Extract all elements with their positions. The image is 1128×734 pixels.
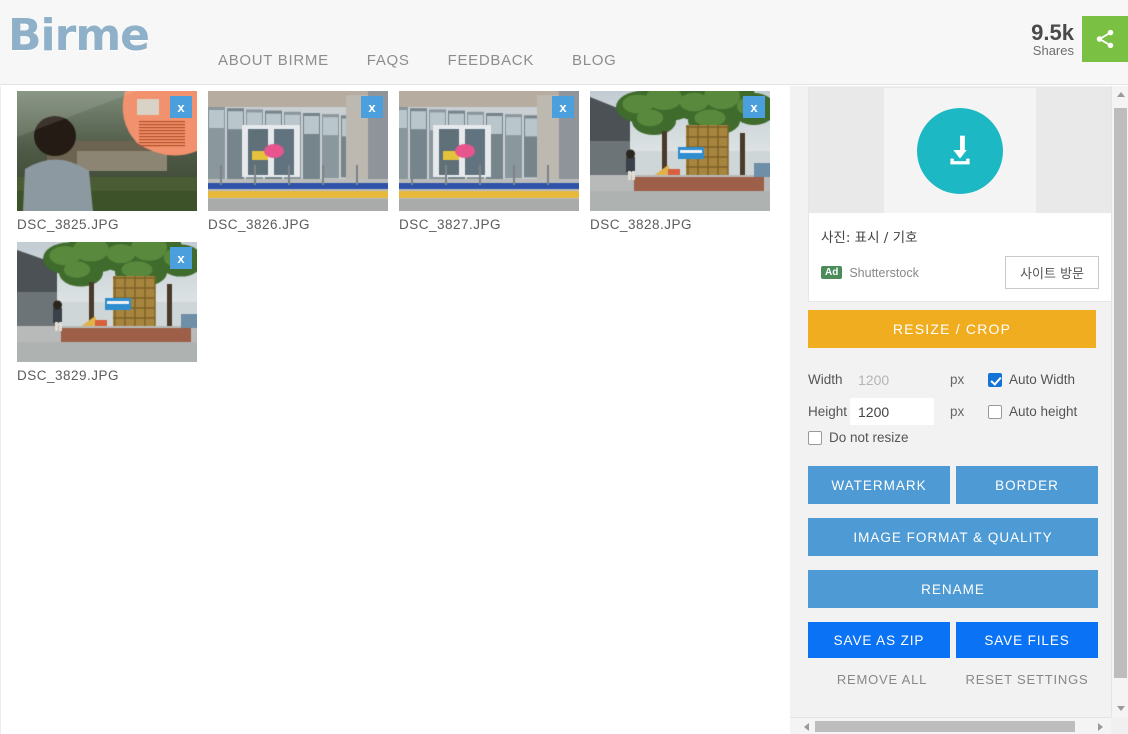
do-not-resize-checkbox[interactable] bbox=[808, 430, 822, 445]
settings-panel-inner: 사진: 표시 / 기호 Ad Shutterstock 사이트 방문 RESIZ… bbox=[790, 86, 1112, 716]
auto-width-label[interactable]: Auto Width bbox=[1009, 372, 1075, 387]
thumbnail-item[interactable]: x DSC_3826.JPG bbox=[208, 91, 388, 232]
remove-thumbnail-button[interactable]: x bbox=[743, 96, 765, 118]
chevron-left-icon bbox=[804, 722, 809, 731]
share-count-label: Shares bbox=[1032, 42, 1074, 58]
remove-all-link[interactable]: REMOVE ALL bbox=[808, 672, 956, 687]
auto-height-checkbox[interactable] bbox=[988, 404, 1002, 419]
thumbnail-filename: DSC_3826.JPG bbox=[208, 217, 311, 232]
chevron-down-icon bbox=[1116, 706, 1125, 711]
birme-app: Birme ABOUT BIRME FAQS FEEDBACK BLOG 9.5… bbox=[0, 0, 1128, 734]
panel-links-row: REMOVE ALL RESET SETTINGS bbox=[808, 672, 1098, 687]
remove-thumbnail-button[interactable]: x bbox=[170, 96, 192, 118]
chevron-up-icon bbox=[1116, 92, 1125, 97]
chevron-right-icon bbox=[1098, 722, 1103, 731]
ad-visit-site-button[interactable]: 사이트 방문 bbox=[1005, 256, 1099, 289]
save-files-button[interactable]: SAVE FILES bbox=[956, 622, 1098, 658]
advertisement-box[interactable]: 사진: 표시 / 기호 Ad Shutterstock 사이트 방문 bbox=[808, 87, 1112, 302]
share-button[interactable] bbox=[1082, 16, 1128, 62]
remove-thumbnail-button[interactable]: x bbox=[361, 96, 383, 118]
auto-height-label[interactable]: Auto height bbox=[1009, 404, 1077, 419]
download-icon bbox=[917, 107, 1003, 194]
settings-panel: 사진: 표시 / 기호 Ad Shutterstock 사이트 방문 RESIZ… bbox=[790, 86, 1128, 734]
thumbnail-item[interactable]: x DSC_3825.JPG bbox=[17, 91, 197, 232]
ad-image[interactable] bbox=[809, 88, 1111, 213]
width-label: Width bbox=[808, 372, 843, 387]
do-not-resize-row: Do not resize bbox=[808, 430, 1108, 445]
nav-item-blog[interactable]: BLOG bbox=[572, 52, 616, 69]
vertical-scrollbar[interactable] bbox=[1111, 86, 1128, 734]
remove-thumbnail-button[interactable]: x bbox=[170, 247, 192, 269]
thumbnail-image[interactable]: x bbox=[208, 91, 388, 211]
ad-title: 사진: 표시 / 기호 bbox=[821, 230, 918, 246]
do-not-resize-label[interactable]: Do not resize bbox=[829, 430, 909, 445]
thumbnail-filename: DSC_3829.JPG bbox=[17, 368, 120, 383]
height-row: Height px Auto height bbox=[808, 398, 1108, 425]
rename-button[interactable]: RENAME bbox=[808, 570, 1098, 608]
height-input[interactable] bbox=[850, 398, 934, 425]
share-icon bbox=[1096, 29, 1114, 49]
ad-footer: Ad Shutterstock 사이트 방문 bbox=[809, 246, 1111, 301]
thumbnail-item[interactable]: x DSC_3827.JPG bbox=[399, 91, 579, 232]
thumbnail-gallery: x DSC_3825.JPG x DSC_3826.JPG x DSC_3827… bbox=[0, 86, 790, 734]
scroll-right-button[interactable] bbox=[1092, 718, 1109, 734]
border-button[interactable]: BORDER bbox=[956, 466, 1098, 504]
image-format-quality-button[interactable]: IMAGE FORMAT & QUALITY bbox=[808, 518, 1098, 556]
share-widget: 9.5k Shares bbox=[1031, 16, 1128, 62]
thumbnail-grid: x DSC_3825.JPG x DSC_3826.JPG x DSC_3827… bbox=[17, 91, 789, 393]
main-navigation: ABOUT BIRME FAQS FEEDBACK BLOG bbox=[218, 52, 617, 69]
do-not-resize-checkbox-group[interactable]: Do not resize bbox=[808, 430, 909, 445]
save-as-zip-button[interactable]: SAVE AS ZIP bbox=[808, 622, 950, 658]
reset-settings-link[interactable]: RESET SETTINGS bbox=[956, 672, 1098, 687]
width-unit: px bbox=[950, 372, 965, 387]
resize-crop-button[interactable]: RESIZE / CROP bbox=[808, 310, 1096, 348]
nav-item-feedback[interactable]: FEEDBACK bbox=[448, 52, 534, 69]
remove-thumbnail-button[interactable]: x bbox=[552, 96, 574, 118]
scroll-left-button[interactable] bbox=[798, 718, 815, 734]
vertical-scrollbar-thumb[interactable] bbox=[1114, 108, 1127, 678]
auto-width-checkbox[interactable] bbox=[988, 372, 1002, 387]
ad-brand-name: Shutterstock bbox=[849, 265, 919, 280]
scroll-up-button[interactable] bbox=[1112, 86, 1128, 103]
horizontal-scrollbar[interactable] bbox=[790, 717, 1111, 734]
width-row: Width px Auto Width bbox=[808, 366, 1108, 393]
site-logo[interactable]: Birme bbox=[8, 14, 150, 58]
thumbnail-filename: DSC_3825.JPG bbox=[17, 217, 120, 232]
ad-badge: Ad bbox=[821, 266, 843, 279]
height-label: Height bbox=[808, 404, 848, 419]
thumbnail-filename: DSC_3828.JPG bbox=[590, 217, 693, 232]
watermark-button[interactable]: WATERMARK bbox=[808, 466, 950, 504]
thumbnail-image[interactable]: x bbox=[590, 91, 770, 211]
thumbnail-item[interactable]: x DSC_3829.JPG bbox=[17, 242, 197, 383]
height-unit: px bbox=[950, 404, 965, 419]
site-header: Birme ABOUT BIRME FAQS FEEDBACK BLOG 9.5… bbox=[0, 0, 1128, 85]
thumbnail-image[interactable]: x bbox=[17, 242, 197, 362]
scroll-down-button[interactable] bbox=[1112, 700, 1128, 717]
download-arrow-icon bbox=[950, 135, 970, 164]
horizontal-scrollbar-thumb[interactable] bbox=[815, 721, 1075, 732]
thumbnail-image[interactable]: x bbox=[399, 91, 579, 211]
thumbnail-item[interactable]: x DSC_3828.JPG bbox=[590, 91, 770, 232]
ad-brand-group: Ad Shutterstock bbox=[821, 266, 919, 280]
width-input[interactable] bbox=[850, 366, 934, 393]
auto-height-checkbox-group[interactable]: Auto height bbox=[988, 404, 1077, 419]
nav-item-about-birme[interactable]: ABOUT BIRME bbox=[218, 52, 329, 69]
auto-width-checkbox-group[interactable]: Auto Width bbox=[988, 372, 1075, 387]
thumbnail-image[interactable]: x bbox=[17, 91, 197, 211]
scrollbar-corner bbox=[1111, 717, 1128, 734]
share-count-number: 9.5k bbox=[1031, 19, 1074, 45]
nav-item-faqs[interactable]: FAQS bbox=[367, 52, 410, 69]
thumbnail-filename: DSC_3827.JPG bbox=[399, 217, 502, 232]
share-count: 9.5k Shares bbox=[1031, 21, 1074, 58]
